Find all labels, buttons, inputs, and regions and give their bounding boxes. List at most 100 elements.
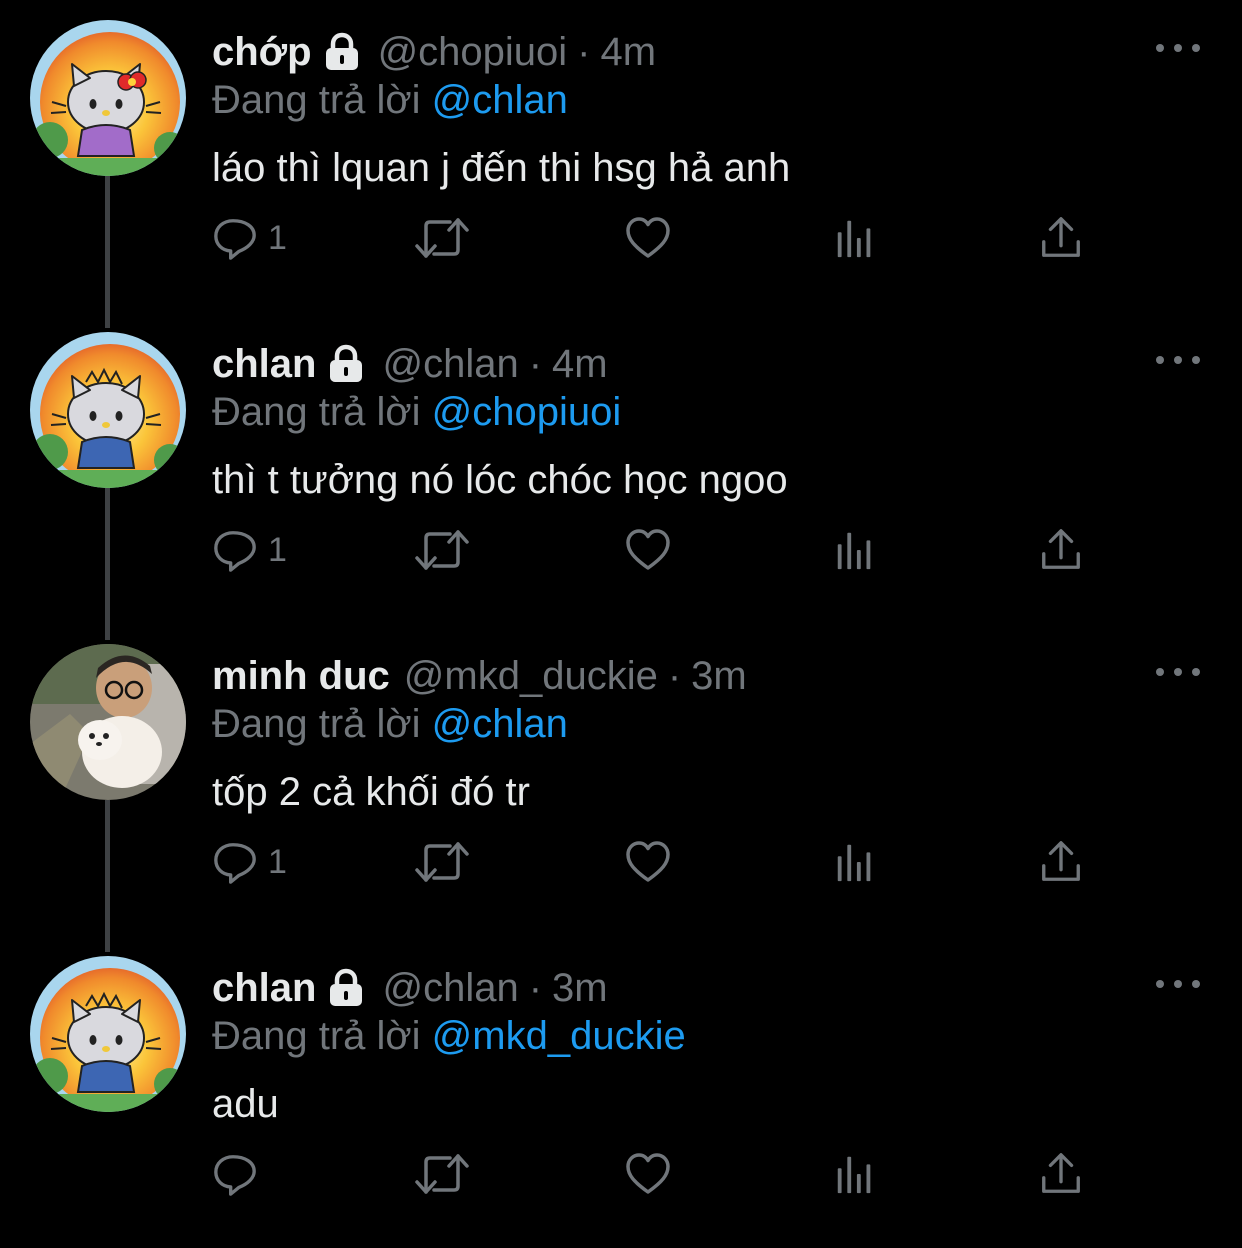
retweet-icon — [414, 1150, 470, 1198]
hello-kitty-blue-avatar-icon — [30, 956, 186, 1112]
share-button[interactable] — [1038, 1146, 1084, 1202]
tweet-actions: 1 — [212, 834, 1112, 890]
share-button[interactable] — [1038, 834, 1084, 890]
user-handle[interactable]: @chopiuoi — [378, 30, 568, 75]
more-options-icon[interactable] — [1156, 662, 1200, 682]
like-button[interactable] — [624, 522, 672, 578]
views-button[interactable] — [832, 1146, 878, 1202]
thread-connector-line — [105, 488, 110, 640]
replying-to: Đang trả lời @chlan — [212, 702, 568, 747]
like-button[interactable] — [624, 210, 672, 266]
avatar[interactable] — [30, 956, 186, 1112]
share-button[interactable] — [1038, 522, 1084, 578]
more-options-icon[interactable] — [1156, 350, 1200, 370]
replying-to-label: Đang trả lời — [212, 78, 421, 122]
retweet-button[interactable] — [414, 210, 470, 266]
user-handle[interactable]: @chlan — [382, 966, 518, 1011]
tweet[interactable]: chớp @chopiuoi · 4m Đang trả lời @chlan … — [0, 0, 1242, 328]
heart-icon — [624, 1150, 672, 1198]
reply-icon — [212, 1151, 258, 1197]
analytics-icon — [832, 215, 878, 261]
tweet-actions: 1 — [212, 210, 1112, 266]
conversation-thread: chớp @chopiuoi · 4m Đang trả lời @chlan … — [0, 0, 1242, 1247]
thread-connector-line — [105, 800, 110, 952]
display-name[interactable]: chlan — [212, 966, 316, 1011]
user-handle[interactable]: @mkd_duckie — [404, 654, 658, 699]
tweet-header: chớp @chopiuoi · 4m — [212, 28, 656, 76]
tweet[interactable]: chlan @chlan · 4m Đang trả lời @chopiuoi… — [0, 312, 1242, 640]
tweet-text: adu — [212, 1082, 279, 1126]
tweet[interactable]: chlan @chlan · 3m Đang trả lời @mkd_duck… — [0, 936, 1242, 1248]
views-button[interactable] — [832, 210, 878, 266]
tweet-text: thì t tưởng nó lóc chóc học ngoo — [212, 458, 788, 502]
views-button[interactable] — [832, 834, 878, 890]
tweet-actions: 1 — [212, 522, 1112, 578]
thread-connector-line — [105, 176, 110, 328]
retweet-button[interactable] — [414, 522, 470, 578]
reply-button[interactable]: 1 — [212, 210, 287, 266]
replying-to: Đang trả lời @chlan — [212, 78, 568, 123]
analytics-icon — [832, 1151, 878, 1197]
timestamp[interactable]: 3m — [552, 966, 608, 1011]
like-button[interactable] — [624, 1146, 672, 1202]
hello-kitty-purple-avatar-icon — [30, 20, 186, 176]
separator-dot: · — [528, 341, 543, 386]
tweet-actions — [212, 1146, 1112, 1202]
replying-to-label: Đang trả lời — [212, 702, 421, 746]
retweet-button[interactable] — [414, 1146, 470, 1202]
replying-to: Đang trả lời @chopiuoi — [212, 390, 621, 435]
more-options-icon[interactable] — [1156, 38, 1200, 58]
lock-icon — [326, 968, 366, 1008]
replying-to-mention[interactable]: @chopiuoi — [432, 390, 622, 434]
reply-icon — [212, 839, 258, 885]
replying-to-mention[interactable]: @chlan — [432, 702, 568, 746]
tweet-header: chlan @chlan · 3m — [212, 964, 608, 1012]
tweet-header: chlan @chlan · 4m — [212, 340, 608, 388]
avatar[interactable] — [30, 332, 186, 488]
lock-icon — [322, 32, 362, 72]
reply-count: 1 — [268, 842, 287, 881]
hello-kitty-blue-avatar-icon — [30, 332, 186, 488]
analytics-icon — [832, 839, 878, 885]
photo-person-with-dog-avatar-icon — [30, 644, 186, 800]
share-icon — [1038, 1151, 1084, 1197]
more-options-icon[interactable] — [1156, 974, 1200, 994]
display-name[interactable]: chớp — [212, 30, 312, 75]
reply-icon — [212, 527, 258, 573]
reply-icon — [212, 215, 258, 261]
retweet-button[interactable] — [414, 834, 470, 890]
display-name[interactable]: minh duc — [212, 654, 390, 699]
replying-to-mention[interactable]: @mkd_duckie — [432, 1014, 686, 1058]
reply-button[interactable] — [212, 1146, 268, 1202]
user-handle[interactable]: @chlan — [382, 342, 518, 387]
heart-icon — [624, 526, 672, 574]
analytics-icon — [832, 527, 878, 573]
separator-dot: · — [528, 965, 543, 1010]
views-button[interactable] — [832, 522, 878, 578]
separator-dot: · — [667, 653, 682, 698]
reply-count: 1 — [268, 530, 287, 569]
tweet[interactable]: minh duc @mkd_duckie · 3m Đang trả lời @… — [0, 624, 1242, 952]
reply-count: 1 — [268, 218, 287, 257]
display-name[interactable]: chlan — [212, 342, 316, 387]
share-icon — [1038, 839, 1084, 885]
heart-icon — [624, 214, 672, 262]
timestamp[interactable]: 4m — [552, 342, 608, 387]
timestamp[interactable]: 3m — [691, 654, 747, 699]
avatar[interactable] — [30, 20, 186, 176]
like-button[interactable] — [624, 834, 672, 890]
separator-dot: · — [577, 29, 591, 74]
reply-button[interactable]: 1 — [212, 522, 287, 578]
heart-icon — [624, 838, 672, 886]
replying-to-mention[interactable]: @chlan — [432, 78, 568, 122]
share-button[interactable] — [1038, 210, 1084, 266]
tweet-text: láo thì lquan j đến thi hsg hả anh — [212, 146, 791, 190]
tweet-header: minh duc @mkd_duckie · 3m — [212, 652, 747, 700]
reply-button[interactable]: 1 — [212, 834, 287, 890]
share-icon — [1038, 527, 1084, 573]
replying-to-label: Đang trả lời — [212, 390, 421, 434]
avatar[interactable] — [30, 644, 186, 800]
share-icon — [1038, 215, 1084, 261]
timestamp[interactable]: 4m — [601, 30, 657, 75]
retweet-icon — [414, 526, 470, 574]
